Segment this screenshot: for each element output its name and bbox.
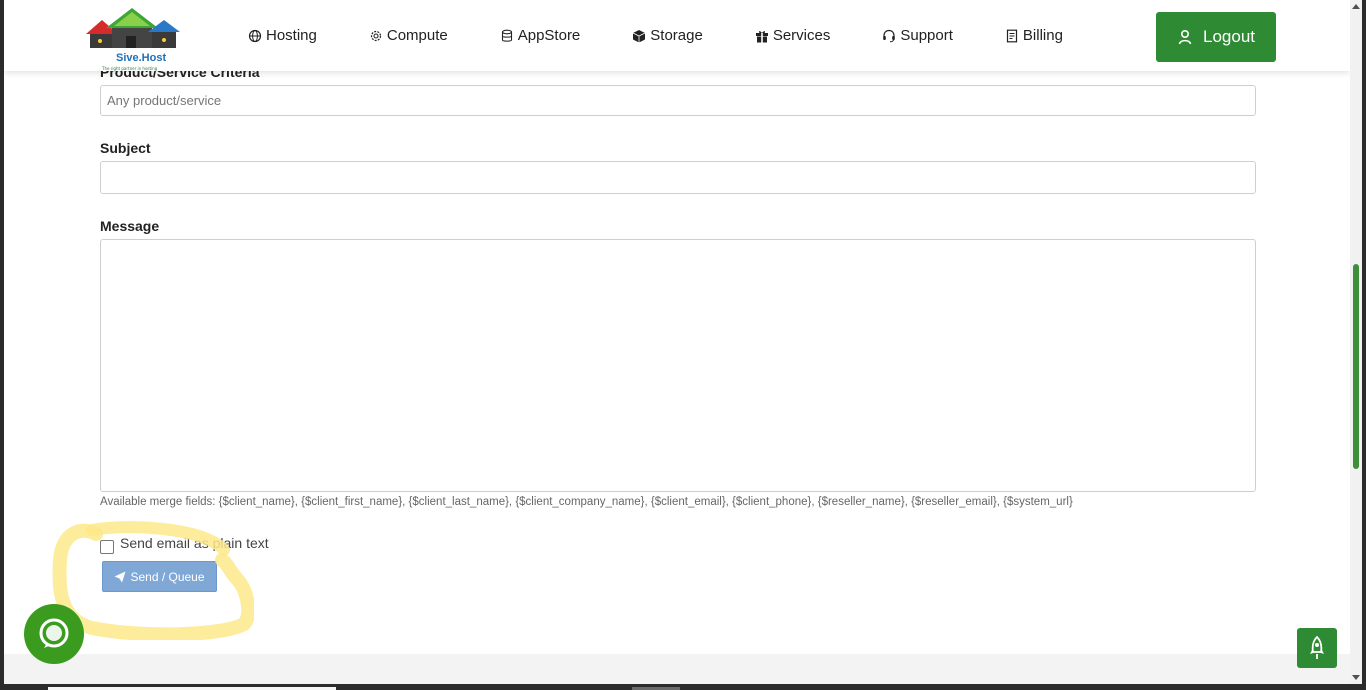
nav-label-appstore: AppStore: [517, 27, 581, 44]
nav-item-appstore[interactable]: AppStore: [500, 27, 581, 44]
gear-icon: [370, 30, 381, 41]
database-icon: [501, 29, 512, 42]
logo-tagline: The right partner in hosting: [102, 66, 158, 71]
chat-icon: [39, 618, 69, 648]
plain-text-checkbox[interactable]: [100, 540, 114, 554]
logo-text: Sive.Host: [116, 52, 167, 64]
product-criteria-input[interactable]: [100, 85, 1256, 116]
site-logo[interactable]: Sive.Host The right partner in hosting: [84, 8, 184, 71]
logout-label: Logout: [1203, 27, 1255, 46]
page-viewport: Sive.Host The right partner in hosting H…: [4, 0, 1350, 684]
plain-text-label[interactable]: Send email as plain text: [120, 535, 269, 551]
rocket-icon: [1310, 636, 1324, 659]
merge-fields-help: Available merge fields: {$client_name}, …: [100, 496, 1073, 508]
nav-label-hosting: Hosting: [266, 27, 317, 44]
headset-icon: [883, 29, 896, 42]
scroll-down-arrow[interactable]: [1352, 675, 1360, 680]
globe-icon: [248, 29, 262, 42]
back-to-top-button[interactable]: [1297, 628, 1337, 668]
nav-label-compute: Compute: [386, 27, 448, 44]
top-navbar: Sive.Host The right partner in hosting H…: [4, 0, 1350, 71]
cube-icon: [633, 29, 646, 42]
chat-widget-button[interactable]: [24, 604, 84, 664]
paper-plane-icon: [114, 571, 126, 582]
message-textarea[interactable]: [100, 239, 1256, 492]
scroll-up-arrow[interactable]: [1352, 4, 1360, 9]
send-queue-button[interactable]: Send / Queue: [102, 561, 217, 592]
plain-text-option: Send email as plain text: [100, 532, 269, 554]
footer-band: [4, 654, 1350, 684]
nav-label-support: Support: [900, 27, 953, 44]
nav-label-services: Services: [772, 27, 831, 44]
scroll-thumb[interactable]: [1353, 264, 1359, 469]
send-queue-label: Send / Queue: [130, 569, 205, 584]
nav-label-billing: Billing: [1022, 27, 1063, 44]
message-label: Message: [100, 218, 160, 234]
nav-item-storage[interactable]: Storage: [632, 27, 703, 44]
main-nav: Hosting Compute AppStore Storage Service…: [248, 0, 1115, 71]
nav-item-compute[interactable]: Compute: [369, 27, 448, 44]
subject-input[interactable]: [100, 161, 1256, 194]
logout-button[interactable]: Logout: [1156, 12, 1276, 62]
user-icon: [1178, 29, 1192, 45]
subject-label: Subject: [100, 140, 151, 156]
nav-item-services[interactable]: Services: [755, 27, 831, 44]
nav-label-storage: Storage: [650, 27, 703, 44]
invoice-icon: [1006, 29, 1018, 42]
gift-icon: [755, 30, 768, 42]
taskbar-edge: [0, 684, 1366, 690]
nav-item-hosting[interactable]: Hosting: [248, 27, 317, 44]
nav-item-billing[interactable]: Billing: [1005, 27, 1063, 44]
page-scrollbar[interactable]: [1350, 0, 1362, 684]
nav-item-support[interactable]: Support: [882, 27, 953, 44]
